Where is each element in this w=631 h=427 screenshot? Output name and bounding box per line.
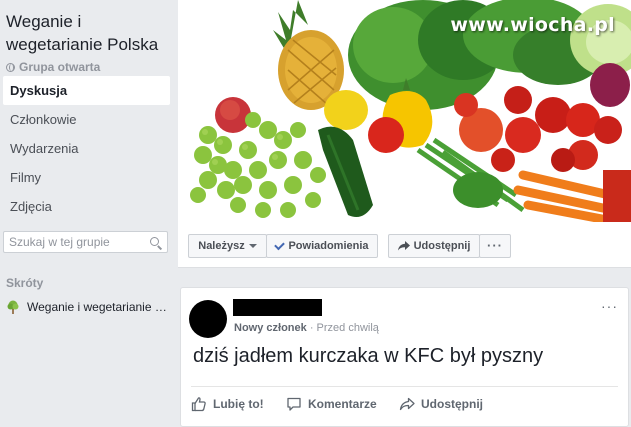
shortcut-label: Weganie i wegetarianie Polska <box>27 300 167 314</box>
nav-item-videos[interactable]: Filmy <box>0 163 170 192</box>
group-privacy: Grupa otwarta <box>6 60 100 74</box>
group-search-input[interactable] <box>4 234 141 250</box>
group-privacy-label: Grupa otwarta <box>19 60 101 74</box>
author-avatar[interactable] <box>189 300 227 338</box>
chevron-down-icon <box>248 244 257 248</box>
like-label: Lubię to! <box>213 397 264 411</box>
group-tree-icon <box>7 300 19 314</box>
post-action-row: Lubię to! Komentarze Udostępnij <box>191 396 483 412</box>
group-nav: Dyskusja Członkowie Wydarzenia Filmy Zdj… <box>0 76 170 221</box>
share-icon <box>397 241 410 251</box>
comment-icon <box>287 397 301 411</box>
notifications-label: Powiadomienia <box>288 240 369 252</box>
watermark-text: www.wiocha.pl <box>450 14 615 36</box>
cover-photo[interactable]: www.wiocha.pl <box>178 0 631 222</box>
nav-item-discussion[interactable]: Dyskusja <box>3 76 170 105</box>
nav-item-photos[interactable]: Zdjęcia <box>0 192 170 221</box>
comment-button[interactable]: Komentarze <box>286 396 399 412</box>
post-options-icon[interactable]: ··· <box>601 298 618 314</box>
post-share-label: Udostępnij <box>421 397 483 411</box>
post-meta: Nowy członek · Przed chwilą <box>234 322 379 334</box>
share-label: Udostępnij <box>413 240 471 252</box>
post-card: Nowy członek · Przed chwilą ··· dziś jad… <box>180 287 629 427</box>
post-divider <box>191 386 618 387</box>
nav-item-events[interactable]: Wydarzenia <box>0 134 170 163</box>
comment-label: Komentarze <box>308 397 377 411</box>
like-button[interactable]: Lubię to! <box>191 396 286 412</box>
shortcuts-heading: Skróty <box>6 276 44 290</box>
group-search-box <box>3 231 168 253</box>
joined-label: Należysz <box>198 240 245 252</box>
notifications-button[interactable]: Powiadomienia <box>266 234 378 258</box>
globe-icon <box>6 62 15 72</box>
left-sidebar: Weganie i wegetarianie Polska Grupa otwa… <box>0 0 178 423</box>
share-icon <box>399 397 415 411</box>
search-icon[interactable] <box>150 237 159 246</box>
thumbs-up-icon <box>191 397 206 412</box>
nav-item-members[interactable]: Członkowie <box>0 105 170 134</box>
author-name-redacted[interactable] <box>233 299 322 316</box>
check-icon <box>274 239 286 250</box>
post-body-text: dziś jadłem kurczaka w KFC był pyszny <box>193 345 544 367</box>
group-action-bar: Należysz Powiadomienia Udostępnij ··· <box>178 222 631 268</box>
more-options-button[interactable]: ··· <box>479 234 511 258</box>
group-title[interactable]: Weganie i wegetarianie Polska <box>6 10 174 56</box>
author-role-badge: Nowy członek <box>234 322 307 334</box>
meta-separator: · <box>309 322 314 334</box>
more-dots-icon: ··· <box>487 238 503 253</box>
shortcut-item[interactable]: Weganie i wegetarianie Polska <box>6 300 174 314</box>
post-timestamp[interactable]: Przed chwilą <box>317 322 379 334</box>
share-button[interactable]: Udostępnij <box>388 234 480 258</box>
joined-button[interactable]: Należysz <box>188 234 267 258</box>
post-share-button[interactable]: Udostępnij <box>399 396 483 412</box>
